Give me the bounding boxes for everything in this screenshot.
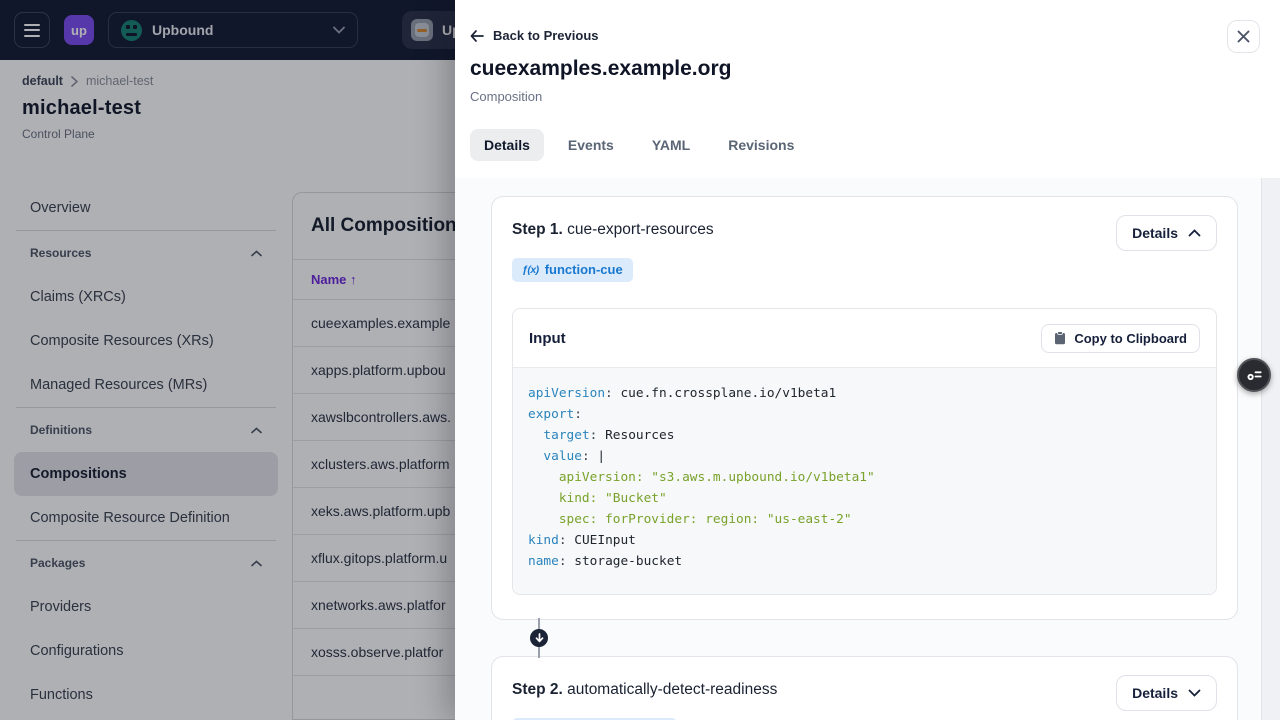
feedback-widget-button[interactable] [1237, 358, 1271, 392]
pipeline-connector [491, 618, 1238, 658]
tab-events[interactable]: Events [554, 129, 628, 161]
back-link-label: Back to Previous [493, 28, 599, 43]
step-1-title: Step 1. cue-export-resources [512, 221, 714, 238]
function-badge: ƒ(x) function-cue [512, 258, 633, 282]
copy-to-clipboard-button[interactable]: Copy to Clipboard [1041, 323, 1200, 353]
tab-revisions[interactable]: Revisions [714, 129, 808, 161]
back-to-previous-link[interactable]: Back to Previous [470, 28, 599, 43]
step-2-details-button[interactable]: Details [1116, 675, 1217, 711]
panel-scroll-area: Step 1. cue-export-resources Details ƒ(x… [455, 178, 1261, 720]
step-1-details-button[interactable]: Details [1116, 215, 1217, 251]
input-section-title: Input [529, 329, 566, 347]
tab-details[interactable]: Details [470, 129, 544, 161]
function-badge-label: function-cue [544, 262, 623, 277]
input-section-card: Input Copy to Clipboard apiVersion: cue.… [512, 308, 1217, 595]
panel-title: cueexamples.example.org [470, 57, 732, 80]
panel-scrollbar[interactable] [1261, 178, 1280, 720]
composition-detail-panel: Back to Previous cueexamples.example.org… [455, 0, 1280, 720]
clipboard-icon [1055, 331, 1066, 345]
pipeline-step-card-1: Step 1. cue-export-resources Details ƒ(x… [491, 196, 1238, 620]
panel-subtitle: Composition [470, 89, 543, 104]
chevron-up-icon [1188, 229, 1201, 237]
arrow-down-circle-icon [530, 629, 548, 647]
close-icon [1237, 30, 1250, 43]
tab-yaml[interactable]: YAML [638, 129, 704, 161]
feedback-form-icon [1247, 371, 1262, 381]
close-panel-button[interactable] [1227, 20, 1260, 53]
arrow-left-icon [470, 29, 484, 42]
chevron-down-icon [1188, 689, 1201, 697]
pipeline-step-card-2: Step 2. automatically-detect-readiness D… [491, 656, 1238, 720]
panel-tabs: Details Events YAML Revisions [470, 129, 808, 161]
yaml-code-block: apiVersion: cue.fn.crossplane.io/v1beta1… [513, 367, 1216, 594]
function-icon: ƒ(x) [522, 263, 539, 276]
step-2-title: Step 2. automatically-detect-readiness [512, 681, 778, 698]
